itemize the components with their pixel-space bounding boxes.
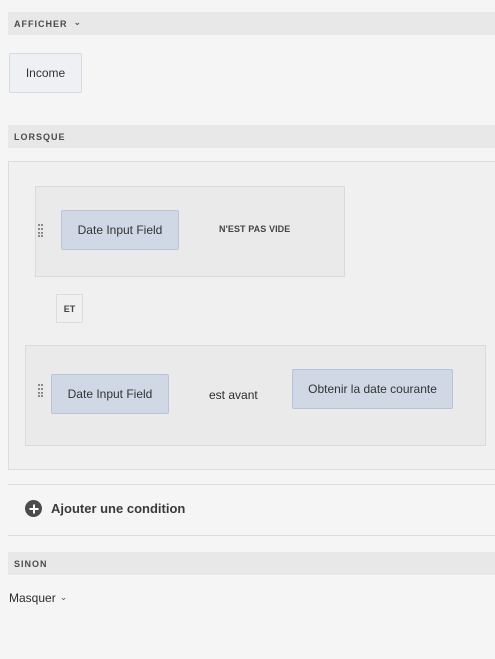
condition-2-value-label: Obtenir la date courante: [308, 382, 437, 396]
condition-2-operator[interactable]: est avant: [209, 388, 258, 402]
divider: [8, 484, 495, 485]
sinon-title: SINON: [14, 558, 48, 569]
condition-2-field-label: Date Input Field: [67, 387, 153, 401]
income-token-label: Income: [25, 66, 66, 80]
lorsque-title: LORSQUE: [14, 131, 66, 142]
lorsque-header: LORSQUE: [8, 125, 495, 148]
income-token[interactable]: Income: [9, 53, 82, 93]
afficher-header[interactable]: AFFICHER ⌄: [8, 12, 495, 35]
condition-2-field[interactable]: Date Input Field: [51, 374, 169, 414]
plus-circle-icon: [25, 500, 42, 517]
divider: [8, 535, 495, 536]
add-condition-label: Ajouter une condition: [51, 501, 186, 516]
conjunction-button[interactable]: ET: [56, 294, 83, 323]
drag-handle-icon[interactable]: [38, 384, 43, 398]
condition-1-field[interactable]: Date Input Field: [61, 210, 179, 250]
sinon-header: SINON: [8, 552, 495, 575]
drag-handle-icon[interactable]: [38, 224, 43, 238]
chevron-down-icon: ⌄: [59, 591, 68, 602]
condition-1-field-label: Date Input Field: [77, 223, 163, 237]
else-action-dropdown[interactable]: Masquer ⌄: [9, 591, 67, 605]
afficher-title: AFFICHER: [14, 18, 68, 29]
add-condition-button[interactable]: Ajouter une condition: [25, 500, 185, 517]
conjunction-label: ET: [63, 303, 76, 314]
chevron-down-icon[interactable]: ⌄: [74, 17, 83, 28]
condition-2-value[interactable]: Obtenir la date courante: [292, 369, 453, 409]
condition-1-operator[interactable]: N'EST PAS VIDE: [219, 224, 290, 234]
rule-editor: AFFICHER ⌄ Income LORSQUE Date Input Fie…: [0, 0, 495, 659]
else-action-label: Masquer: [9, 591, 56, 605]
